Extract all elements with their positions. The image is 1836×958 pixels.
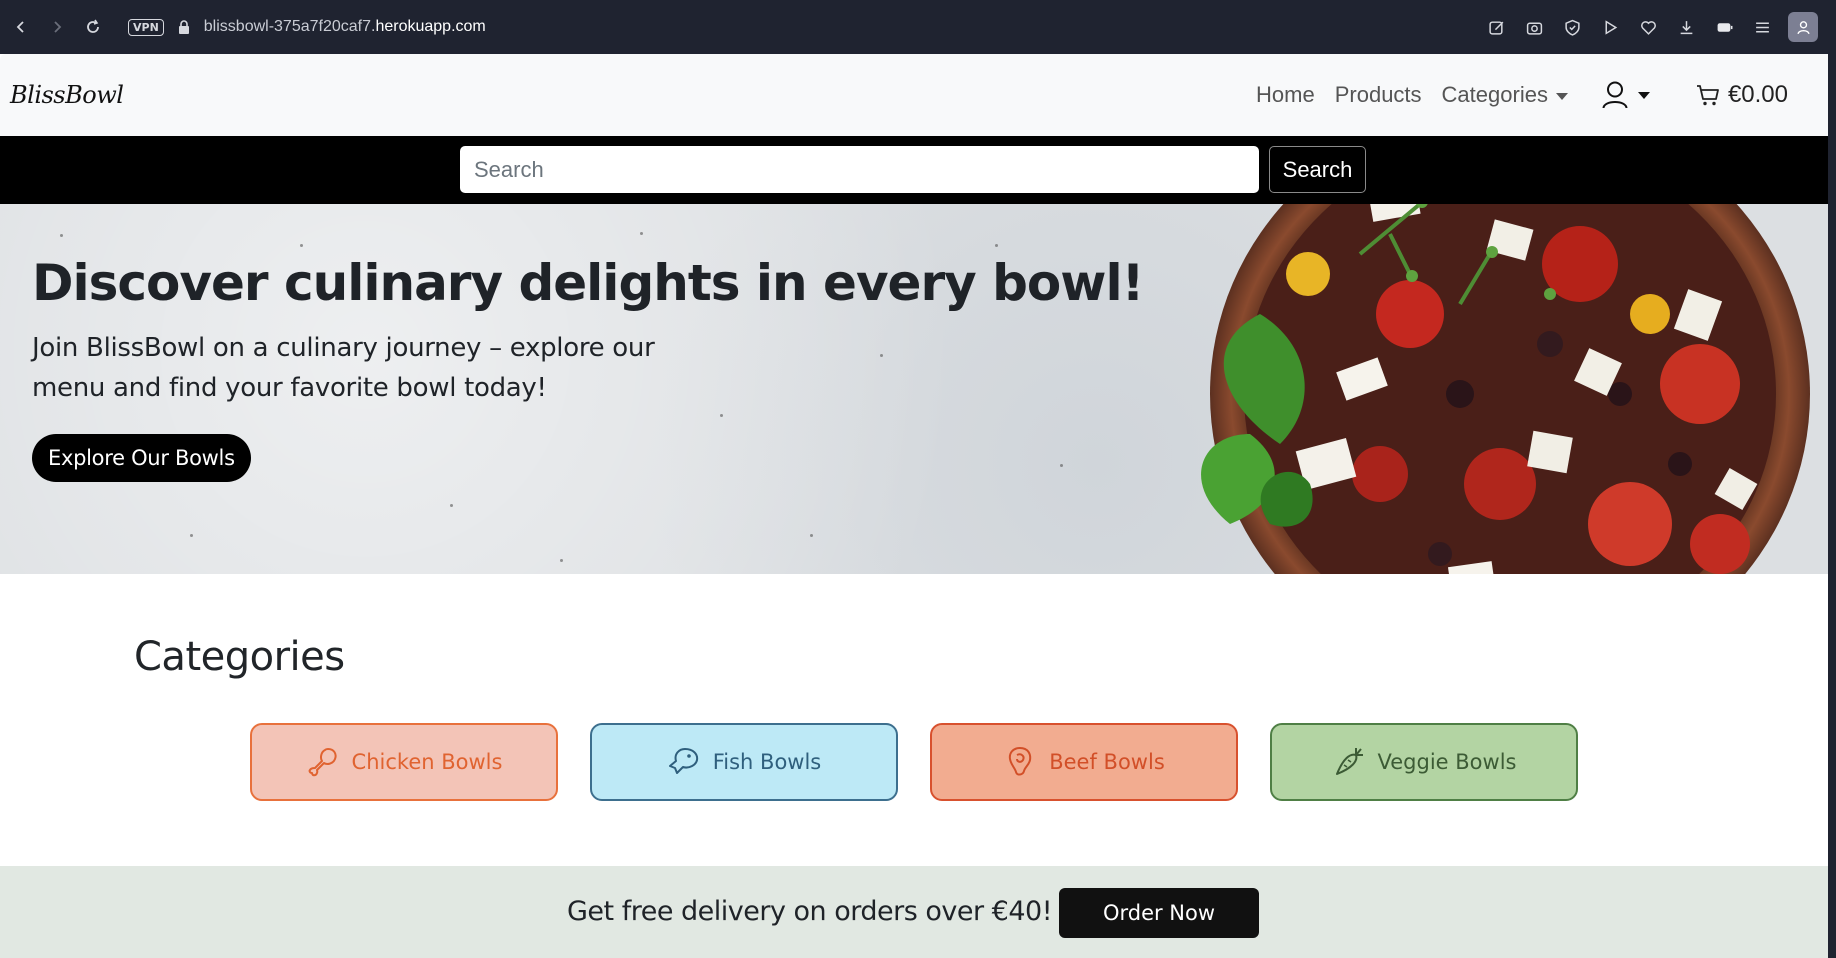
promo-banner: Get free delivery on orders over €40! Or… xyxy=(0,866,1828,958)
cart-total: €0.00 xyxy=(1727,81,1788,108)
category-label: Veggie Bowls xyxy=(1377,750,1517,774)
lock-icon[interactable] xyxy=(176,19,192,35)
browser-frame-edge xyxy=(1828,54,1836,958)
category-veggie-bowls[interactable]: Veggie Bowls xyxy=(1270,723,1578,801)
reload-icon[interactable] xyxy=(78,12,108,42)
cart-icon xyxy=(1696,85,1719,106)
fish-icon xyxy=(668,748,698,774)
nav-categories-label: Categories xyxy=(1441,82,1548,107)
chevron-down-icon xyxy=(1637,91,1650,99)
profile-icon[interactable] xyxy=(1788,12,1818,42)
hero-subtitle: Join BlissBowl on a culinary journey – e… xyxy=(32,333,655,403)
category-fish-bowls[interactable]: Fish Bowls xyxy=(590,723,898,801)
site-header: BlissBowl Home Products Categories €0.00 xyxy=(0,54,1828,136)
search-button[interactable]: Search xyxy=(1269,146,1366,193)
explore-bowls-button[interactable]: Explore Our Bowls xyxy=(32,434,251,482)
categories-title: Categories xyxy=(134,634,345,680)
nav-categories-dropdown[interactable]: Categories xyxy=(1442,82,1568,108)
category-label: Fish Bowls xyxy=(712,750,822,774)
carrot-icon xyxy=(1335,748,1363,775)
main-nav: Home Products Categories €0.00 xyxy=(1236,54,1788,136)
heart-icon[interactable] xyxy=(1636,15,1660,39)
search-input[interactable] xyxy=(460,146,1259,193)
play-icon[interactable] xyxy=(1598,15,1622,39)
edit-icon[interactable] xyxy=(1484,15,1508,39)
user-icon xyxy=(1602,81,1628,109)
nav-products[interactable]: Products xyxy=(1335,82,1422,108)
account-dropdown[interactable] xyxy=(1602,81,1650,109)
forward-icon[interactable] xyxy=(42,12,72,42)
camera-icon[interactable] xyxy=(1522,15,1546,39)
cart-link[interactable]: €0.00 xyxy=(1696,81,1788,109)
order-now-button[interactable]: Order Now xyxy=(1059,888,1259,938)
back-icon[interactable] xyxy=(6,12,36,42)
browser-toolbar: VPN blissbowl-375a7f20caf7.herokuapp.com xyxy=(0,0,1836,54)
menu-icon[interactable] xyxy=(1750,15,1774,39)
hero-title: Discover culinary delights in every bowl… xyxy=(32,254,1144,312)
battery-icon[interactable] xyxy=(1712,15,1736,39)
download-icon[interactable] xyxy=(1674,15,1698,39)
shield-icon[interactable] xyxy=(1560,15,1584,39)
nav-home[interactable]: Home xyxy=(1256,82,1315,108)
search-bar: Search xyxy=(0,136,1828,204)
category-chicken-bowls[interactable]: Chicken Bowls xyxy=(250,723,558,801)
vpn-badge[interactable]: VPN xyxy=(128,18,164,36)
url-domain: herokuapp.com xyxy=(375,18,486,35)
url-prefix: blissbowl-375a7f20caf7. xyxy=(203,18,376,35)
promo-text: Get free delivery on orders over €40! xyxy=(567,896,1053,927)
category-label: Beef Bowls xyxy=(1049,750,1165,774)
chevron-down-icon xyxy=(1555,92,1568,100)
browser-tools xyxy=(1484,12,1818,42)
category-label: Chicken Bowls xyxy=(351,750,503,774)
drumstick-icon xyxy=(308,748,337,777)
beef-icon xyxy=(1009,746,1032,776)
salad-bowl-image xyxy=(1201,204,1810,574)
address-bar[interactable]: blissbowl-375a7f20caf7.herokuapp.com xyxy=(204,18,486,36)
hero-banner: Discover culinary delights in every bowl… xyxy=(0,204,1828,574)
category-beef-bowls[interactable]: Beef Bowls xyxy=(930,723,1238,801)
site-logo[interactable]: BlissBowl xyxy=(10,81,124,109)
